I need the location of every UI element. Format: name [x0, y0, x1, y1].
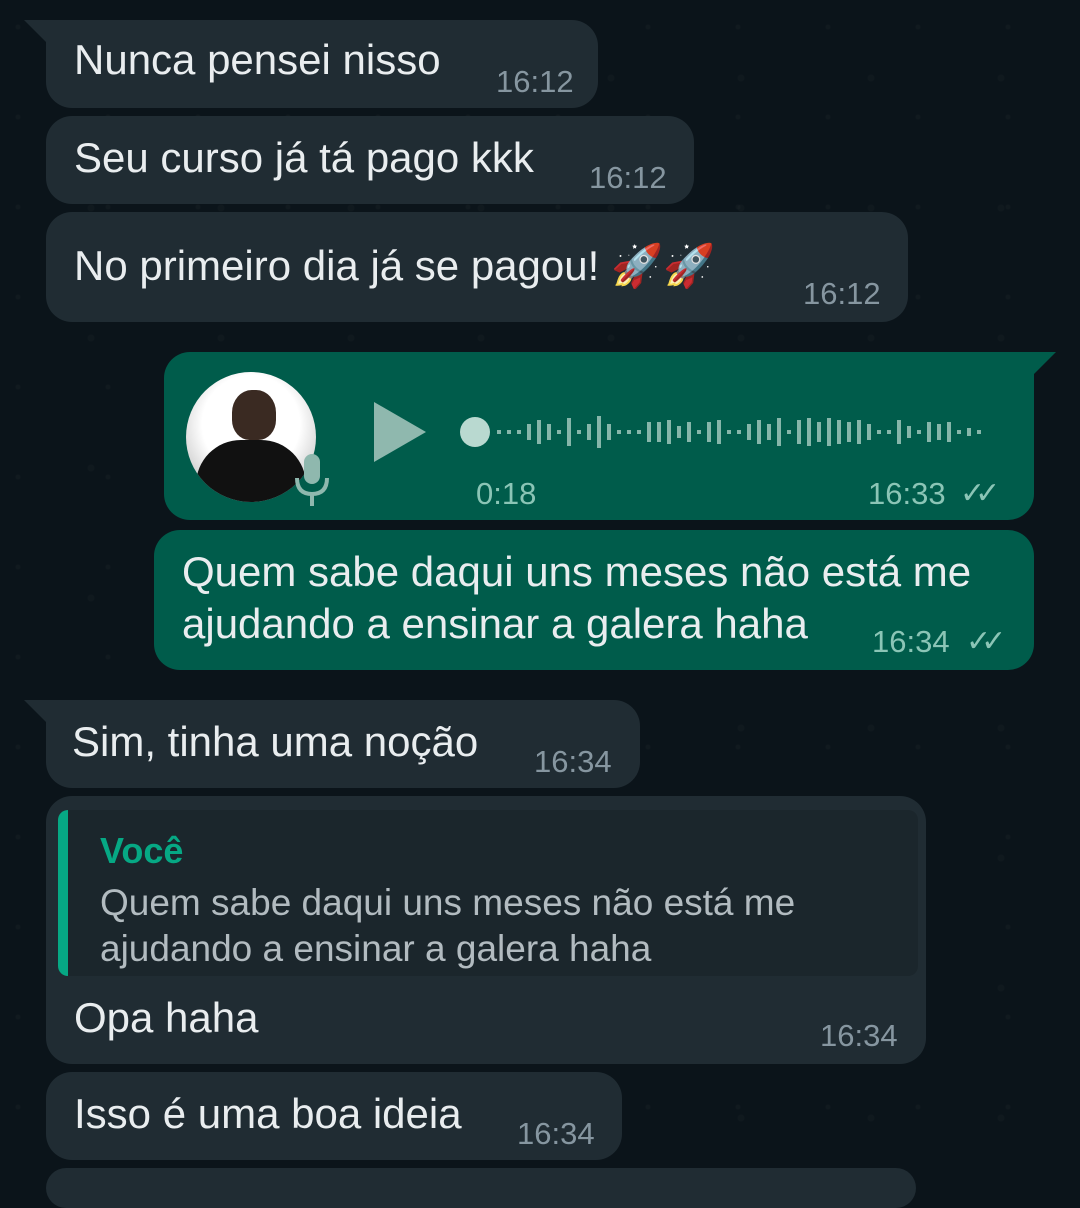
message-text: Opa haha: [74, 994, 259, 1041]
quoted-text-line: Quem sabe daqui uns meses não está me: [100, 882, 796, 923]
read-receipt-icon: ✓✓: [960, 477, 1000, 510]
message-text: Seu curso já tá pago kkk: [74, 134, 534, 181]
message-incoming[interactable]: No primeiro dia já se pagou! 🚀🚀 16:12: [46, 212, 908, 322]
message-incoming[interactable]: Sim, tinha uma noção 16:34: [24, 700, 640, 788]
quoted-text-line: ajudando a ensinar a galera haha: [100, 928, 652, 969]
message-text: Isso é uma boa ideia: [74, 1090, 462, 1137]
voice-message-outgoing[interactable]: 0:18 16:33 ✓✓: [164, 352, 1056, 520]
quoted-author: Você: [100, 830, 184, 871]
message-text-line: ajudando a ensinar a galera haha: [182, 600, 808, 647]
voice-duration: 0:18: [476, 476, 537, 511]
message-incoming-partial[interactable]: [46, 1168, 916, 1208]
message-time: 16:34: [517, 1116, 595, 1151]
microphone-icon: [295, 454, 329, 506]
message-text: No primeiro dia já se pagou! 🚀🚀: [74, 242, 716, 289]
message-incoming-reply[interactable]: Você Quem sabe daqui uns meses não está …: [46, 796, 926, 1064]
message-incoming[interactable]: Isso é uma boa ideia 16:34: [46, 1072, 622, 1160]
message-text: Sim, tinha uma noção: [72, 718, 479, 765]
message-time: 16:12: [589, 160, 667, 195]
play-icon[interactable]: [374, 402, 426, 462]
message-incoming[interactable]: Seu curso já tá pago kkk 16:12: [46, 116, 694, 204]
message-outgoing[interactable]: Quem sabe daqui uns meses não está me aj…: [154, 530, 1034, 670]
message-text: Nunca pensei nisso: [74, 36, 441, 83]
message-time: 16:34: [534, 744, 612, 779]
message-time: 16:34: [872, 624, 950, 659]
message-text-line: Quem sabe daqui uns meses não está me: [182, 548, 972, 595]
message-time: 16:33: [868, 476, 946, 511]
read-receipt-icon: ✓✓: [966, 625, 1006, 658]
quoted-message[interactable]: Você Quem sabe daqui uns meses não está …: [58, 810, 918, 976]
audio-waveform[interactable]: [459, 407, 999, 457]
message-time: 16:12: [803, 276, 881, 311]
message-time: 16:34: [820, 1018, 898, 1053]
message-time: 16:12: [496, 64, 574, 99]
message-incoming[interactable]: Nunca pensei nisso 16:12: [24, 20, 598, 108]
